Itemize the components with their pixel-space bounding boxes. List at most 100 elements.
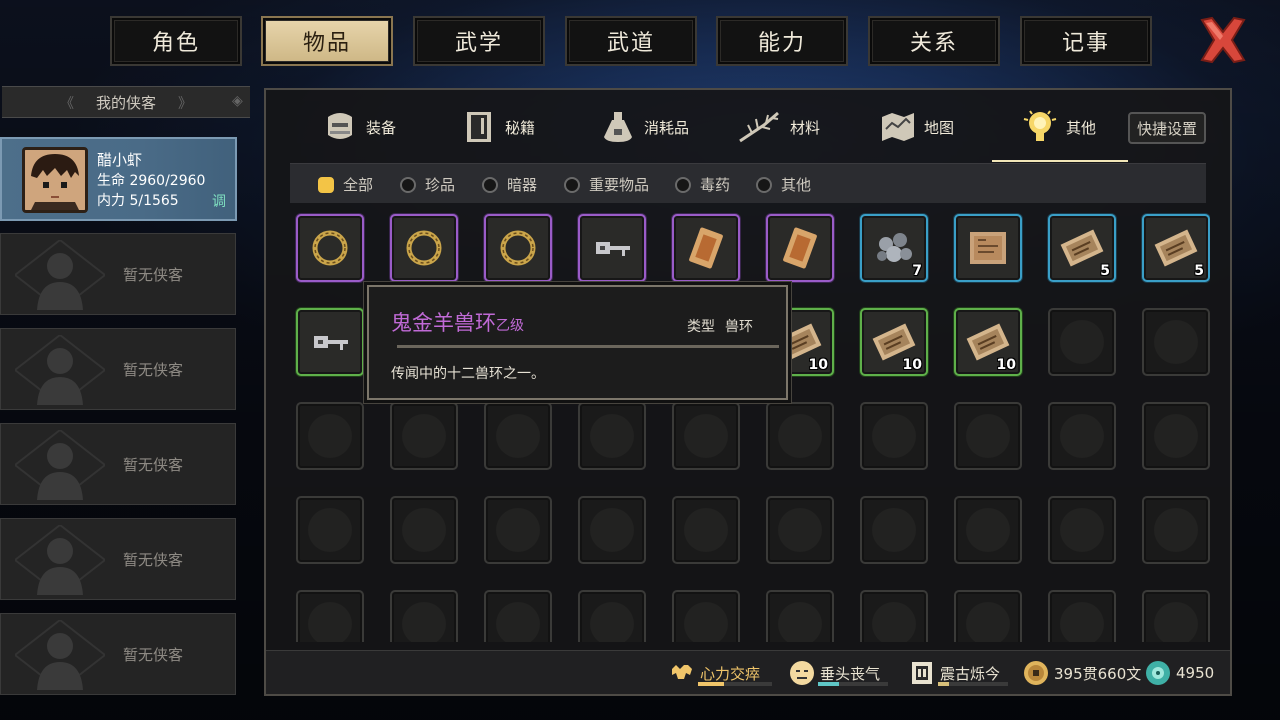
hero-card-selected[interactable]: 醋小虾 生命 2960/2960 内力 5/1565 调 [0, 137, 237, 221]
mp-label: 内力 [97, 193, 125, 209]
item-grid: 755812101010 [290, 210, 1210, 642]
empty-item-slot[interactable] [766, 402, 834, 470]
empty-item-slot[interactable] [1048, 308, 1116, 376]
category-label: 装备 [366, 118, 397, 137]
quick-settings-button[interactable]: 快捷设置 [1128, 112, 1206, 144]
filter-important[interactable]: 重要物品 [564, 174, 649, 195]
empty-hero-slot[interactable]: 暂无侠客 [0, 613, 236, 695]
item-slot[interactable]: 7 [860, 214, 928, 282]
empty-item-slot[interactable] [390, 590, 458, 642]
filter-hidden-weapon[interactable]: 暗器 [482, 174, 537, 195]
ore-icon [877, 233, 912, 262]
category-maps[interactable]: 地图 [880, 104, 954, 150]
empty-item-slot[interactable] [578, 496, 646, 564]
empty-item-slot[interactable] [1142, 308, 1210, 376]
empty-item-slot[interactable] [860, 402, 928, 470]
empty-hero-slot[interactable]: 暂无侠客 [0, 518, 236, 600]
empty-item-slot[interactable] [1048, 590, 1116, 642]
item-slot[interactable] [296, 308, 364, 376]
item-slot[interactable] [390, 214, 458, 282]
item-slot[interactable]: 5 [1048, 214, 1116, 282]
empty-hero-slot[interactable]: 暂无侠客 [0, 233, 236, 315]
item-tooltip: 鬼金羊兽环乙级 类型 兽环 传闻中的十二兽环之一。 [367, 285, 788, 400]
empty-item-slot[interactable] [672, 402, 740, 470]
item-slot[interactable] [672, 214, 740, 282]
left-ornament-icon: 《 [60, 96, 74, 112]
empty-hero-slot[interactable]: 暂无侠客 [0, 423, 236, 505]
empty-hero-slot[interactable]: 暂无侠客 [0, 328, 236, 410]
adjust-button[interactable]: 调 [212, 191, 226, 211]
tooltip-divider [397, 345, 779, 348]
token-icon [689, 227, 723, 269]
item-slot[interactable] [766, 214, 834, 282]
empty-item-slot[interactable] [954, 590, 1022, 642]
category-consumables[interactable]: 消耗品 [600, 104, 689, 150]
item-count: 7 [912, 263, 922, 279]
item-slot[interactable] [578, 214, 646, 282]
empty-item-slot[interactable] [1048, 402, 1116, 470]
tab-abilities[interactable]: 能力 [716, 16, 848, 66]
empty-item-slot[interactable] [1048, 496, 1116, 564]
empty-item-slot[interactable] [860, 496, 928, 564]
empty-item-slot[interactable] [296, 496, 364, 564]
hp-label: 生命 [97, 173, 125, 189]
item-slot[interactable]: 10 [860, 308, 928, 376]
tab-journal[interactable]: 记事 [1020, 16, 1152, 66]
empty-item-slot[interactable] [296, 402, 364, 470]
banner-icon [912, 662, 932, 684]
filter-bar: 全部 珍品 暗器 重要物品 毒药 其他 [290, 163, 1206, 203]
item-slot[interactable] [954, 214, 1022, 282]
empty-item-slot[interactable] [672, 590, 740, 642]
category-other[interactable]: 其他 [1022, 104, 1096, 150]
empty-item-slot[interactable] [390, 496, 458, 564]
tab-relations[interactable]: 关系 [868, 16, 1000, 66]
category-materials[interactable]: 材料 [738, 104, 820, 150]
category-equipment[interactable]: 装备 [322, 104, 396, 150]
book-icon [467, 112, 491, 142]
empty-item-slot[interactable] [1142, 496, 1210, 564]
empty-item-slot[interactable] [954, 402, 1022, 470]
book-icon [1060, 229, 1104, 267]
filter-other[interactable]: 其他 [756, 174, 811, 195]
hp-value: 2960/2960 [129, 173, 206, 189]
empty-item-slot[interactable] [484, 402, 552, 470]
empty-item-slot[interactable] [860, 590, 928, 642]
filter-treasure[interactable]: 珍品 [400, 174, 455, 195]
filter-poison[interactable]: 毒药 [675, 174, 730, 195]
herb-icon [739, 111, 779, 143]
category-manuals[interactable]: 秘籍 [461, 104, 535, 150]
item-slot[interactable]: 5 [1142, 214, 1210, 282]
empty-item-slot[interactable] [766, 590, 834, 642]
empty-item-slot[interactable] [672, 496, 740, 564]
active-category-indicator [992, 160, 1128, 162]
item-slot[interactable] [296, 214, 364, 282]
right-ornament-icon: 》 [178, 96, 192, 112]
empty-item-slot[interactable] [766, 496, 834, 564]
empty-item-slot[interactable] [578, 590, 646, 642]
empty-item-slot[interactable] [484, 590, 552, 642]
mp-value: 5/1565 [129, 193, 179, 209]
empty-item-slot[interactable] [954, 496, 1022, 564]
category-label: 其他 [1066, 118, 1097, 137]
empty-item-slot[interactable] [1142, 590, 1210, 642]
filter-all[interactable]: 全部 [318, 174, 373, 195]
sidebar-header: 《 我的侠客 》 ◈ [2, 86, 250, 118]
hero-hp: 生命 2960/2960 [97, 170, 205, 190]
item-count: 5 [1194, 263, 1204, 279]
status-bar: 心力交瘁 垂头丧气 震古烁今 395贯660文 4950 [266, 650, 1230, 694]
empty-item-slot[interactable] [1142, 402, 1210, 470]
empty-item-slot[interactable] [578, 402, 646, 470]
gems-value: 4950 [1176, 664, 1215, 682]
tab-martial-way[interactable]: 武道 [565, 16, 697, 66]
empty-item-slot[interactable] [390, 402, 458, 470]
status-money: 395贯660文 [1022, 659, 1141, 687]
item-slot[interactable] [484, 214, 552, 282]
close-icon[interactable] [1196, 14, 1250, 66]
tab-character[interactable]: 角色 [110, 16, 242, 66]
tab-martial-arts[interactable]: 武学 [413, 16, 545, 66]
tab-items[interactable]: 物品 [261, 16, 393, 66]
empty-item-slot[interactable] [484, 496, 552, 564]
map-icon [882, 113, 914, 141]
empty-item-slot[interactable] [296, 590, 364, 642]
item-slot[interactable]: 10 [954, 308, 1022, 376]
